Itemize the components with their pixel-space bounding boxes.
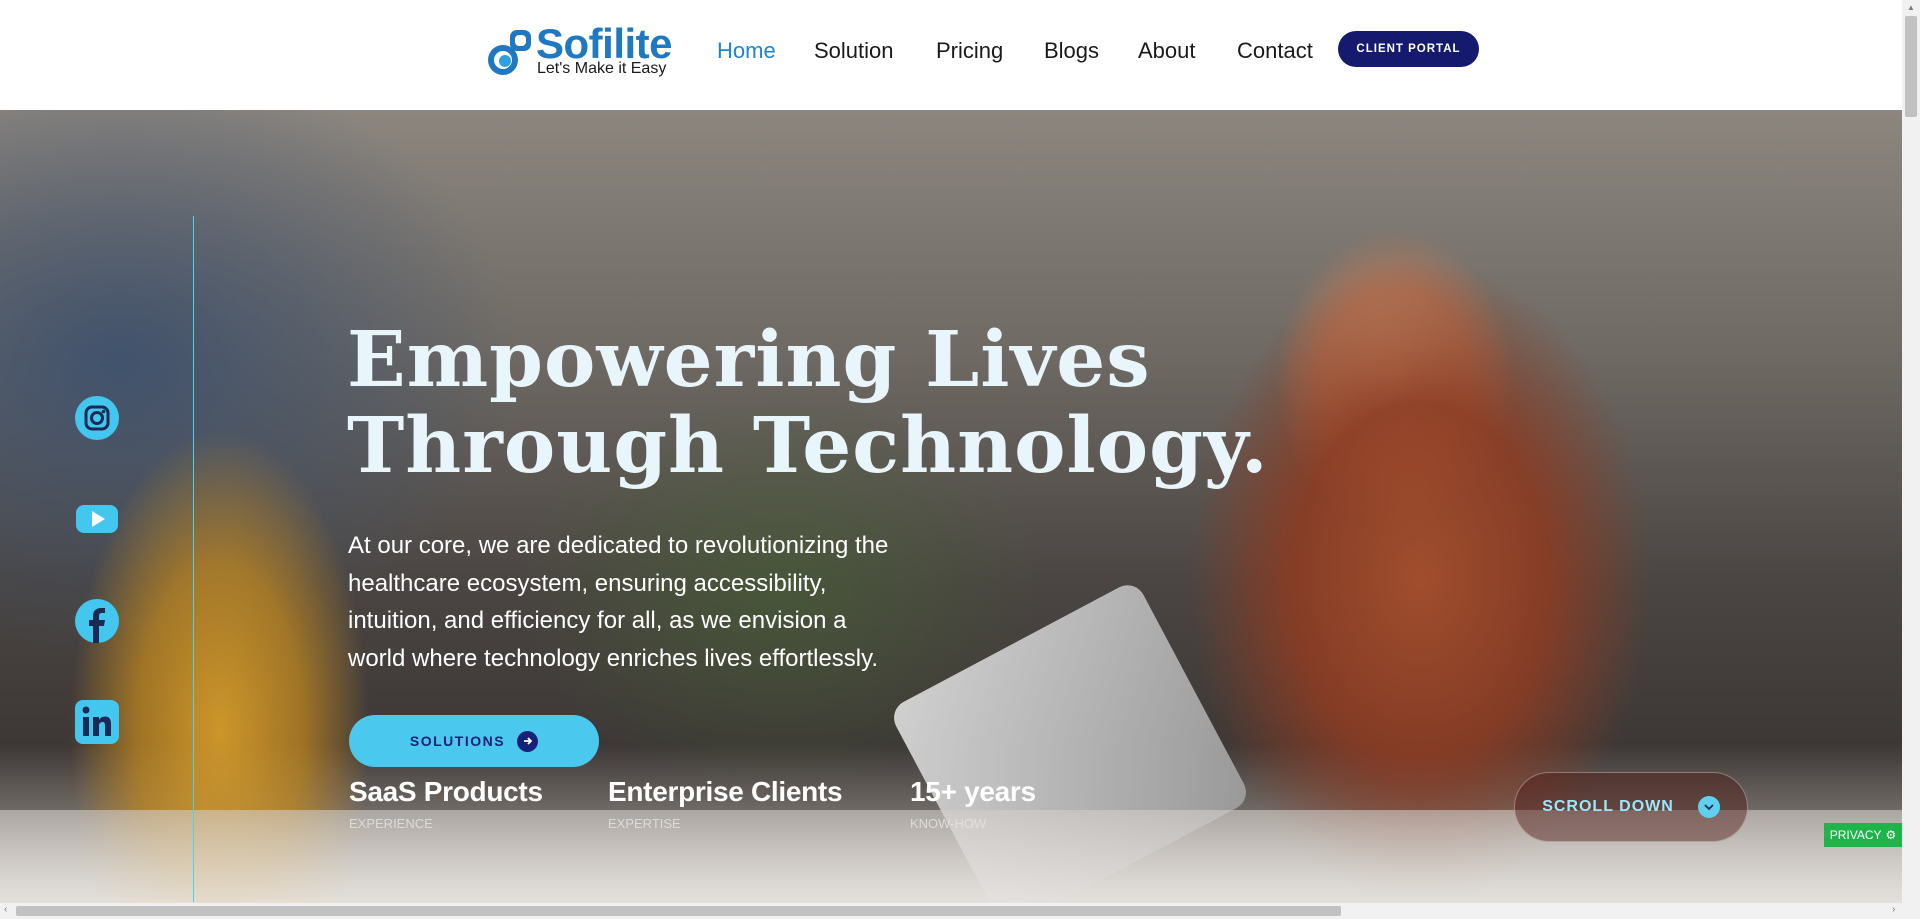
arrow-right-icon <box>517 730 539 752</box>
scroll-down-label: SCROLL DOWN <box>1542 798 1674 815</box>
instagram-icon <box>75 396 119 440</box>
stat-years: 15+ years KNOW-HOW <box>910 776 1036 831</box>
solutions-button[interactable]: SOLUTIONS <box>349 715 599 767</box>
linkedin-icon <box>75 700 119 744</box>
nav-blogs[interactable]: Blogs <box>1044 38 1099 64</box>
scroll-left-arrow-icon[interactable]: ‹ <box>4 904 7 915</box>
privacy-label: PRIVACY <box>1829 828 1882 842</box>
logo-mark-icon <box>488 30 531 75</box>
chevron-down-icon <box>1697 796 1720 818</box>
linkedin-link[interactable] <box>74 699 120 745</box>
gear-icon: ⚙ <box>1885 828 1897 842</box>
hero-lead-text: At our core, we are dedicated to revolut… <box>348 532 889 672</box>
stat-subtitle: EXPERTISE <box>608 816 681 831</box>
facebook-link[interactable] <box>74 598 120 644</box>
facebook-icon <box>75 599 119 643</box>
site-header: Sofilite Let's Make it Easy Home Solutio… <box>0 0 1902 110</box>
horizontal-scroll-thumb[interactable] <box>16 906 1341 916</box>
vertical-scrollbar[interactable]: ▲ <box>1902 0 1920 903</box>
scroll-up-arrow-icon[interactable]: ▲ <box>1907 3 1915 12</box>
vertical-scroll-thumb[interactable] <box>1905 16 1917 117</box>
hero-headline-line2: Through Technology. <box>347 401 1269 491</box>
brand-tagline: Let's Make it Easy <box>537 60 667 77</box>
scroll-right-arrow-icon[interactable]: › <box>1892 904 1895 915</box>
nav-contact[interactable]: Contact <box>1237 38 1313 64</box>
stat-subtitle: KNOW-HOW <box>910 816 987 831</box>
scroll-down-button[interactable]: SCROLL DOWN <box>1514 772 1748 842</box>
instagram-link[interactable] <box>74 395 120 441</box>
nav-solution[interactable]: Solution <box>814 38 894 64</box>
privacy-button[interactable]: PRIVACY ⚙ <box>1824 823 1902 847</box>
horizontal-scrollbar[interactable]: ‹ › <box>0 903 1920 919</box>
stat-title: Enterprise Clients <box>608 776 843 807</box>
client-portal-button[interactable]: CLIENT PORTAL <box>1338 31 1479 67</box>
brand-logo[interactable]: Sofilite Let's Make it Easy <box>486 20 673 82</box>
stat-title: SaaS Products <box>349 776 543 807</box>
hero-headline-line1: Empowering Lives <box>347 315 1151 405</box>
solutions-button-label: SOLUTIONS <box>409 733 506 749</box>
stat-enterprise-clients: Enterprise Clients EXPERTISE <box>608 776 843 831</box>
nav-home[interactable]: Home <box>717 38 776 64</box>
social-divider-line <box>193 216 194 902</box>
nav-about[interactable]: About <box>1138 38 1196 64</box>
stat-saas-products: SaaS Products EXPERIENCE <box>349 776 543 831</box>
nav-pricing[interactable]: Pricing <box>936 38 1003 64</box>
youtube-icon <box>76 505 118 533</box>
stat-subtitle: EXPERIENCE <box>349 816 433 831</box>
youtube-link[interactable] <box>74 496 120 542</box>
stat-title: 15+ years <box>910 776 1036 807</box>
